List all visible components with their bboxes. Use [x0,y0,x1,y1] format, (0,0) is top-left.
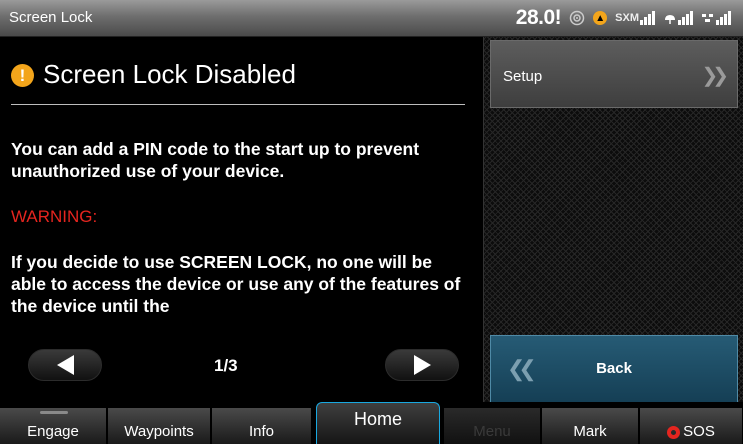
network-signal-icon [701,11,731,25]
title-divider [11,104,465,105]
tab-engage[interactable]: Engage [0,408,107,444]
wifi-icon [569,10,585,26]
setup-label: Setup [503,68,543,85]
tab-waypoints-label: Waypoints [124,423,194,440]
description-text: You can add a PIN code to the start up t… [11,139,420,181]
gps-icon: ▲ [593,11,608,25]
status-bar: Screen Lock 28.0! ▲ SXM [0,0,743,37]
tab-menu-label: Menu [473,423,511,440]
pager: 1/3 [11,347,471,383]
sxm-signal-icon: SXM [615,11,655,25]
weather-signal-icon [663,11,693,25]
alert-icon: ! [11,64,34,87]
tab-mark-label: Mark [573,423,607,440]
tab-home[interactable]: Home [316,402,440,444]
sxm-label: SXM [615,12,639,24]
clock: 28.0! [515,6,562,29]
tab-waypoints[interactable]: Waypoints [108,408,211,444]
arrow-left-icon [56,355,74,375]
tab-sos-label: SOS [683,423,715,440]
warning-label: WARNING: [11,207,98,226]
tab-info-label: Info [248,423,275,440]
arrow-right-icon [413,355,431,375]
back-label: Back [596,360,632,377]
back-button[interactable]: ❮❮ Back [490,335,738,403]
bottom-nav: Engage Waypoints Info Home Menu Mark SOS [0,402,743,444]
tab-engage-label: Engage [27,423,79,440]
page-indicator: 1/3 [214,356,238,375]
warning-text: If you decide to use SCREEN LOCK, no one… [11,252,461,316]
previous-page-button[interactable] [28,349,102,381]
tab-sos[interactable]: SOS [640,408,743,444]
sos-icon [667,426,681,439]
tab-menu[interactable]: Menu [444,408,541,444]
message-panel: ! Screen Lock Disabled You can add a PIN… [0,37,482,402]
setup-button[interactable]: Setup ❯❯ [490,40,738,108]
side-panel: Setup ❯❯ ❮❮ Back [483,37,743,403]
tab-mark[interactable]: Mark [542,408,639,444]
page-title: Screen Lock Disabled [43,59,296,89]
chevron-right-icon: ❯❯ [701,65,728,87]
next-page-button[interactable] [385,349,459,381]
status-indicators: 28.0! ▲ SXM [516,4,731,32]
tab-info[interactable]: Info [212,408,312,444]
status-title: Screen Lock [9,9,93,26]
tab-home-label: Home [353,409,402,429]
